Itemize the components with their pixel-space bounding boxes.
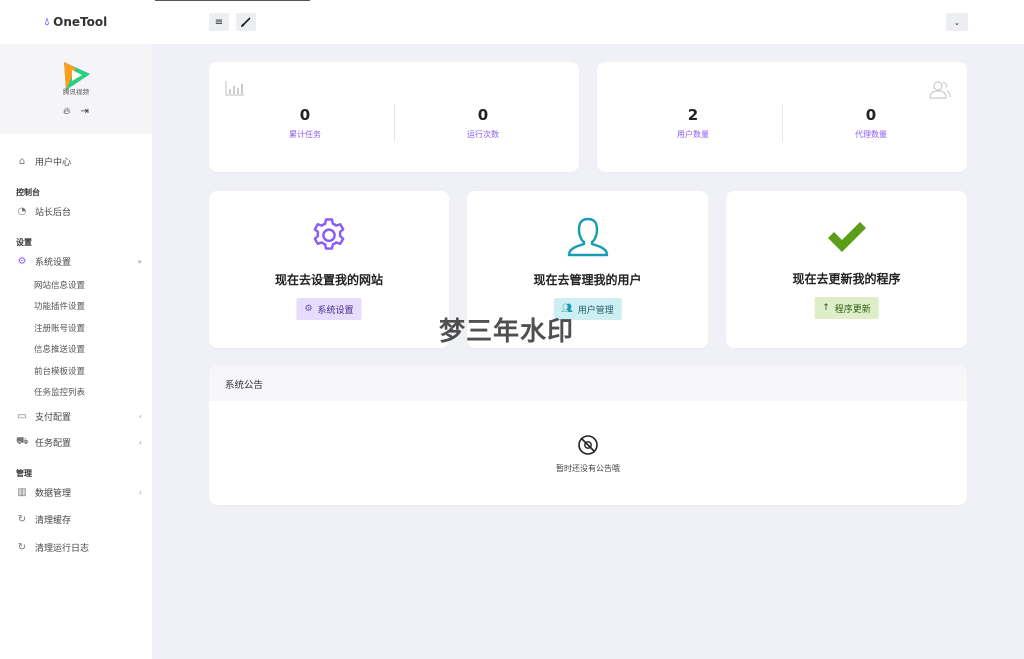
sidebar: 💧︎ OneTool 腾讯视频 🔥︎ ⇥ ⌂ 用户中心 控制台 ◔ 站长后台 设…: [0, 0, 152, 659]
section-console: 控制台: [16, 188, 40, 197]
button-label: 系统设置: [317, 305, 354, 316]
notice-title: 系统公告: [209, 366, 967, 401]
action-card-settings: 现在去设置我的网站 ⚙︎ 系统设置: [209, 191, 449, 348]
stats-card-users: 2 用户数量 0 代理数量: [597, 62, 967, 172]
sidebar-subitem-plugins[interactable]: 功能插件设置: [0, 296, 152, 318]
sidebar-item-system-settings[interactable]: ⚙︎ 系统设置 »: [0, 248, 152, 274]
home-icon: ⌂: [18, 155, 26, 167]
sidebar-item-dashboard[interactable]: ◔ 站长后台: [0, 198, 152, 224]
stat-label: 代理数量: [855, 130, 887, 139]
menu-toggle-button[interactable]: ≡: [209, 13, 229, 31]
button-label: 用户管理: [577, 305, 614, 316]
stat-total-tasks: 0 累计任务: [215, 106, 395, 140]
sidebar-item-label: 清理运行日志: [35, 543, 90, 554]
gear-icon: [313, 218, 345, 250]
stat-label: 用户数量: [677, 130, 709, 139]
check-icon: [827, 222, 866, 252]
money-icon: ▭: [17, 410, 27, 422]
sidebar-item-data-manage[interactable]: ▥ 数据管理 ‹: [0, 479, 152, 505]
sidebar-item-clear-cache[interactable]: ↻ 清理缓存: [0, 505, 152, 533]
avatar-caption: 腾讯视频: [63, 88, 89, 96]
tab-indicator: [155, 0, 310, 1]
brand-logo[interactable]: 💧︎ OneTool: [0, 0, 152, 44]
arrow-up-icon: ↑: [822, 303, 830, 313]
profile-panel: 腾讯视频 🔥︎ ⇥: [0, 44, 152, 134]
refresh-icon: ↻: [17, 513, 27, 525]
sidebar-item-payment[interactable]: ▭ 支付配置 ‹: [0, 403, 152, 429]
chevron-left-icon: ‹: [138, 411, 142, 421]
action-title: 现在去管理我的用户: [533, 273, 642, 287]
sidebar-item-label: 站长后台: [35, 207, 72, 218]
button-label: 程序更新: [834, 304, 871, 315]
bar-chart-icon: ▥: [17, 486, 27, 498]
gear-icon: ⚙︎: [304, 304, 313, 314]
users-icon: [929, 81, 951, 99]
hamburger-icon: ≡: [214, 16, 224, 28]
action-card-update: 现在去更新我的程序 ↑ 程序更新: [726, 191, 967, 348]
sidebar-item-clear-logs[interactable]: ↻ 清理运行日志: [0, 533, 152, 561]
action-title: 现在去设置我的网站: [274, 273, 383, 287]
chevron-left-icon: ‹: [138, 487, 142, 497]
chevron-left-icon: ‹: [138, 437, 142, 447]
sidebar-subitem-template[interactable]: 前台模板设置: [0, 360, 152, 382]
refresh-icon: ↻: [17, 541, 27, 553]
sidebar-item-label: 支付配置: [35, 412, 72, 423]
sidebar-subitem-push[interactable]: 信息推送设置: [0, 339, 152, 361]
flame-icon: 💧︎: [44, 15, 50, 28]
section-settings: 设置: [16, 238, 32, 247]
stat-user-count: 2 用户数量: [603, 106, 783, 140]
stat-value: 0: [477, 106, 489, 124]
sidebar-item-label: 任务配置: [35, 438, 72, 449]
empty-disc-icon: [578, 435, 598, 455]
stat-agent-count: 0 代理数量: [781, 106, 961, 140]
top-header: ≡ ⌄: [152, 0, 1024, 44]
system-settings-button[interactable]: ⚙︎ 系统设置: [296, 298, 362, 320]
submenu-system-settings: 网站信息设置 功能插件设置 注册账号设置 信息推送设置 前台模板设置 任务监控列…: [0, 274, 152, 403]
theme-button[interactable]: [236, 13, 256, 31]
brush-icon: [241, 17, 251, 27]
sidebar-item-label: 用户中心: [35, 157, 72, 168]
chevron-double-down-icon: »: [137, 256, 142, 266]
sidebar-subitem-register[interactable]: 注册账号设置: [0, 317, 152, 339]
bar-chart-icon: [225, 81, 244, 96]
watermark-text: 梦三年水印: [439, 317, 575, 347]
section-manage: 管理: [16, 469, 32, 478]
stat-label: 运行次数: [467, 130, 499, 139]
stat-value: 2: [687, 106, 699, 124]
stats-card-tasks: 0 累计任务 0 运行次数: [209, 62, 579, 172]
fire-icon[interactable]: 🔥︎: [63, 106, 70, 117]
logout-icon[interactable]: ⇥: [80, 106, 88, 117]
notice-card: 系统公告 暂时还没有公告哦: [209, 366, 967, 505]
user-dropdown-button[interactable]: ⌄: [946, 13, 968, 31]
avatar[interactable]: 腾讯视频: [56, 56, 96, 96]
sidebar-item-user-center[interactable]: ⌂ 用户中心: [0, 148, 152, 174]
sidebar-item-label: 数据管理: [35, 488, 72, 499]
cart-icon: ⛟: [16, 435, 29, 447]
notice-empty-state: 暂时还没有公告哦: [209, 434, 967, 474]
sidebar-item-label: 清理缓存: [35, 515, 72, 526]
sidebar-subitem-task-monitor[interactable]: 任务监控列表: [0, 382, 152, 404]
user-icon: [567, 217, 608, 257]
action-title: 现在去更新我的程序: [792, 272, 901, 286]
gear-icon: ⚙︎: [17, 255, 27, 267]
stat-value: 0: [865, 106, 877, 124]
stat-label: 累计任务: [289, 130, 321, 139]
brand-name: OneTool: [53, 15, 108, 29]
sidebar-subitem-site-info[interactable]: 网站信息设置: [0, 274, 152, 296]
gauge-icon: ◔: [17, 205, 27, 217]
stat-value: 0: [299, 106, 311, 124]
sidebar-item-label: 系统设置: [35, 257, 72, 268]
program-update-button[interactable]: ↑ 程序更新: [814, 297, 879, 319]
chevron-down-icon: ⌄: [953, 17, 961, 27]
stat-run-count: 0 运行次数: [393, 106, 573, 140]
empty-text: 暂时还没有公告哦: [556, 464, 620, 473]
sidebar-item-task-config[interactable]: ⛟ 任务配置 ‹: [0, 429, 152, 455]
